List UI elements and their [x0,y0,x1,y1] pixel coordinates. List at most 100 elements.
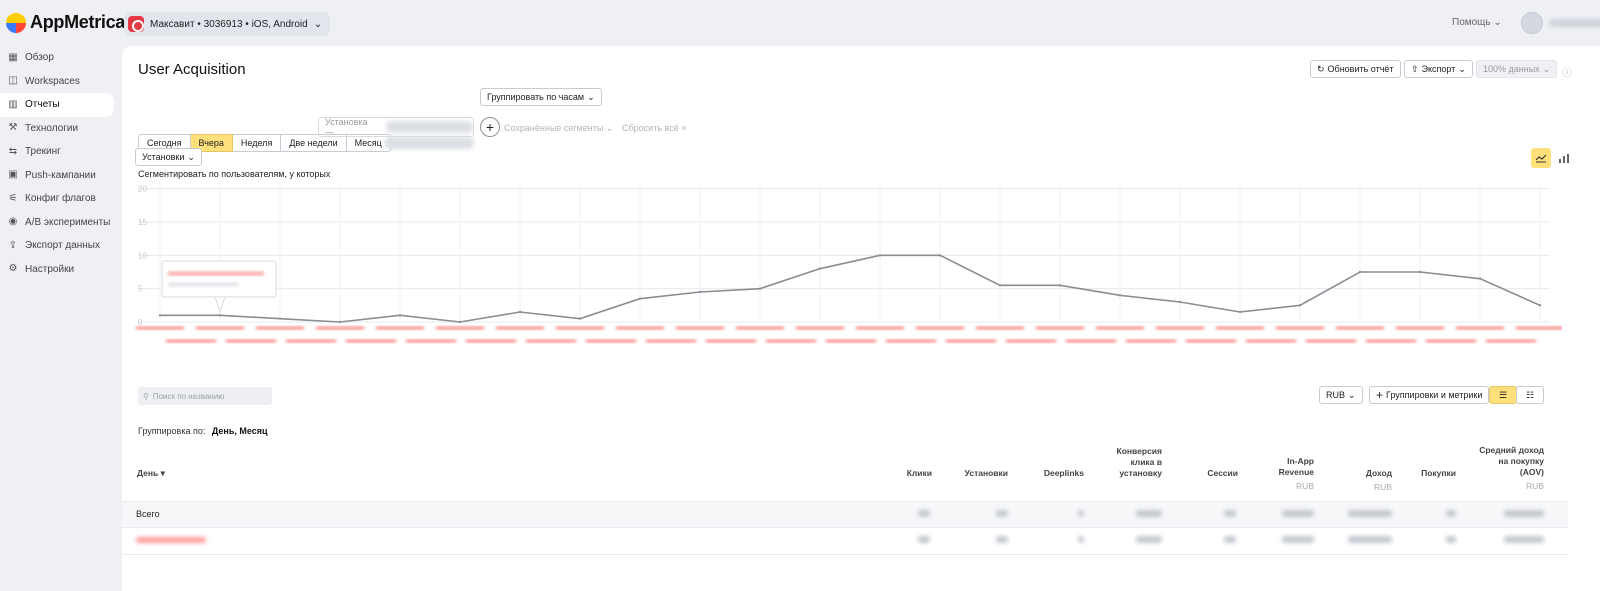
export-button[interactable]: ⇧ Экспорт ⌄ [1404,60,1473,78]
refresh-label: Обновить отчёт [1327,64,1394,74]
search-input[interactable]: ⚲ Поиск по названию [138,387,272,405]
x-tick-date-blurred [1426,339,1476,343]
saved-segments-label: Сохранённые сегменты [504,123,604,133]
x-tick-date-blurred [1186,339,1236,343]
avatar [1521,12,1543,34]
data-point [1058,284,1062,287]
day-cell-blurred[interactable] [136,537,206,543]
sidebar: ▦ Обзор ◫ Workspaces ▥ Отчеты ⚒ Технолог… [0,46,122,281]
bar-chart-toggle[interactable] [1554,148,1574,168]
currency-select[interactable]: RUB ⌄ [1319,386,1363,404]
data-point [1238,310,1242,314]
grid-icon: ▦ [8,51,18,63]
tooltip-text-blurred [168,282,238,287]
x-tick-date-blurred [646,339,696,343]
x-tick-date-blurred [286,339,336,343]
group-by-select[interactable]: Группировать по часам ⌄ [480,88,602,106]
data-point [938,254,942,257]
ab-icon: ◉ [8,216,18,228]
data-point [278,317,282,320]
currency-label: RUB [1326,390,1346,400]
sidebar-item-overview[interactable]: ▦ Обзор [0,46,122,70]
flags-icon: ⚟ [8,192,18,204]
sidebar-item-settings[interactable]: ⚙ Настройки [0,258,122,282]
x-tick-label-blurred [436,326,484,330]
help-label: Помощь [1452,17,1491,28]
sidebar-item-workspaces[interactable]: ◫ Workspaces [0,70,122,94]
add-segment-button[interactable]: + [480,117,500,137]
column-header-installs[interactable]: Установки [948,468,1008,479]
sidebar-item-technologies[interactable]: ⚒ Технологии [0,117,122,141]
installs-line-chart[interactable]: 0 5 10 15 20 [122,176,1562,351]
sidebar-item-label: Workspaces [25,75,80,87]
app-switcher[interactable]: Максавит • 3036913 • iOS, Android ⌄ [124,12,331,36]
tab-week[interactable]: Неделя [232,134,282,152]
sidebar-item-flags[interactable]: ⚟ Конфиг флагов [0,187,122,211]
column-header-conversion[interactable]: Конверсия клика в установку [1100,446,1162,479]
column-header-clicks[interactable]: Клики [882,468,932,479]
sidebar-item-tracking[interactable]: ⇆ Трекинг [0,140,122,164]
data-point [338,320,342,324]
cell-blurred [1078,510,1084,517]
x-tick-label-blurred [316,326,364,330]
list-icon: ☰ [1498,389,1508,400]
x-tick-date-blurred [1006,339,1056,343]
upload-icon: ⇧ [1411,63,1419,74]
groupings-metrics-label: Группировки и метрики [1386,390,1483,400]
cell-blurred [1078,536,1084,543]
x-tick-label-blurred [1156,326,1204,330]
chevron-down-icon: ⌄ [1348,389,1356,400]
sidebar-item-push[interactable]: ▣ Push-кампании [0,164,122,188]
column-header-deeplinks[interactable]: Deeplinks [1024,468,1084,479]
x-tick-label-blurred [1276,326,1324,330]
x-tick-label-blurred [736,326,784,330]
reports-icon: ▥ [8,98,18,110]
segment-condition-field[interactable]: Установка — [318,117,474,137]
column-label: In-App Revenue [1278,456,1314,477]
user-menu[interactable] [1521,12,1600,34]
refresh-report-button[interactable]: ↻ Обновить отчёт [1310,60,1401,78]
column-unit: RUB [1374,482,1392,492]
column-header-sessions[interactable]: Сессии [1178,468,1238,479]
tree-view-toggle[interactable]: ☷ [1516,386,1544,404]
column-header-inapp-revenue[interactable]: In-App Revenue RUB [1258,456,1314,492]
data-percent-select[interactable]: 100% данных ⌄ [1476,60,1558,78]
x-tick-label-blurred [856,326,904,330]
data-point [878,254,882,257]
column-label: Сессии [1207,468,1238,478]
help-menu[interactable]: Помощь ⌄ [1452,17,1502,28]
metric-select-label: Установки [142,152,185,162]
grouping-value[interactable]: День, Месяц [212,426,268,436]
reset-all-link[interactable]: Сбросить всё × [622,123,686,133]
x-tick-date-blurred [1486,339,1536,343]
line-chart-toggle[interactable] [1531,148,1551,168]
metric-select[interactable]: Установки ⌄ [135,148,202,166]
data-point [818,267,822,270]
column-header-aov[interactable]: Средний доход на покупку (AOV) RUB [1474,445,1544,492]
x-tick-date-blurred [346,339,396,343]
data-percent-label: 100% данных [1483,64,1540,74]
app-icon [128,16,144,32]
column-header-day[interactable]: День ▾ [137,468,165,479]
date-range-blurred[interactable] [384,137,474,149]
user-name-blurred [1549,19,1600,27]
sidebar-item-export[interactable]: ⇪ Экспорт данных [0,234,122,258]
groupings-metrics-button[interactable]: + Группировки и метрики [1369,386,1490,404]
column-header-purchases[interactable]: Покупки [1402,468,1456,479]
data-point [218,314,222,317]
info-icon[interactable]: ⓘ [1562,64,1572,79]
x-tick-label-blurred [1096,326,1144,330]
column-header-revenue[interactable]: Доход RUB [1332,468,1392,493]
logo[interactable]: AppMetrica [6,12,125,33]
group-by-label: Группировать по часам [487,92,585,102]
chevron-down-icon: ⌄ [587,91,595,102]
sidebar-item-reports[interactable]: ▥ Отчеты [0,93,114,117]
flat-view-toggle[interactable]: ☰ [1489,386,1517,404]
line-chart-icon [1535,154,1547,163]
cell-blurred [1136,536,1162,543]
data-point [158,314,162,317]
saved-segments-dropdown[interactable]: Сохранённые сегменты ⌄ [504,123,613,134]
x-tick-label-blurred [556,326,604,330]
segment-condition-text: Установка — [325,117,368,137]
sidebar-item-ab[interactable]: ◉ A/B эксперименты [0,211,122,235]
